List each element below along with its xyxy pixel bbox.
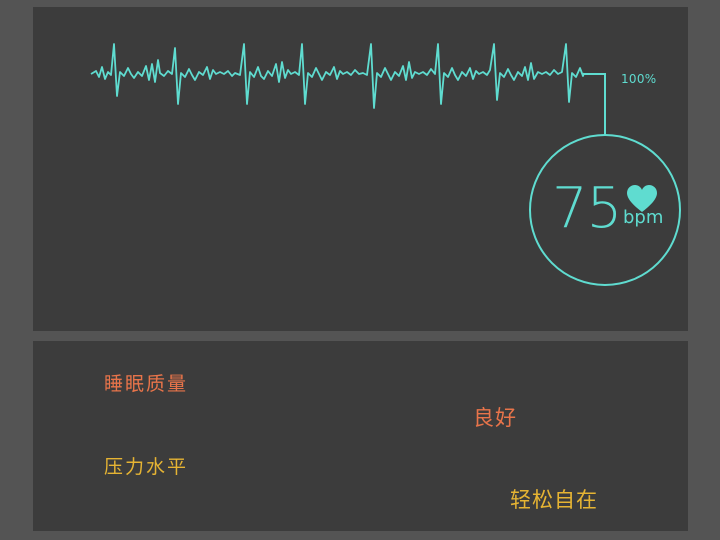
bpm-value: 75 xyxy=(552,176,622,241)
sleep-quality-label: 睡眠质量 xyxy=(104,373,189,395)
percent-label: 100% xyxy=(621,72,657,86)
connector-line xyxy=(584,73,606,136)
bpm-unit: bpm xyxy=(623,207,664,228)
ecg-waveform xyxy=(90,43,585,109)
stress-level-label: 压力水平 xyxy=(104,456,189,478)
sleep-status-text: 良好 xyxy=(473,406,517,430)
stress-status-text: 轻松自在 xyxy=(510,488,598,512)
